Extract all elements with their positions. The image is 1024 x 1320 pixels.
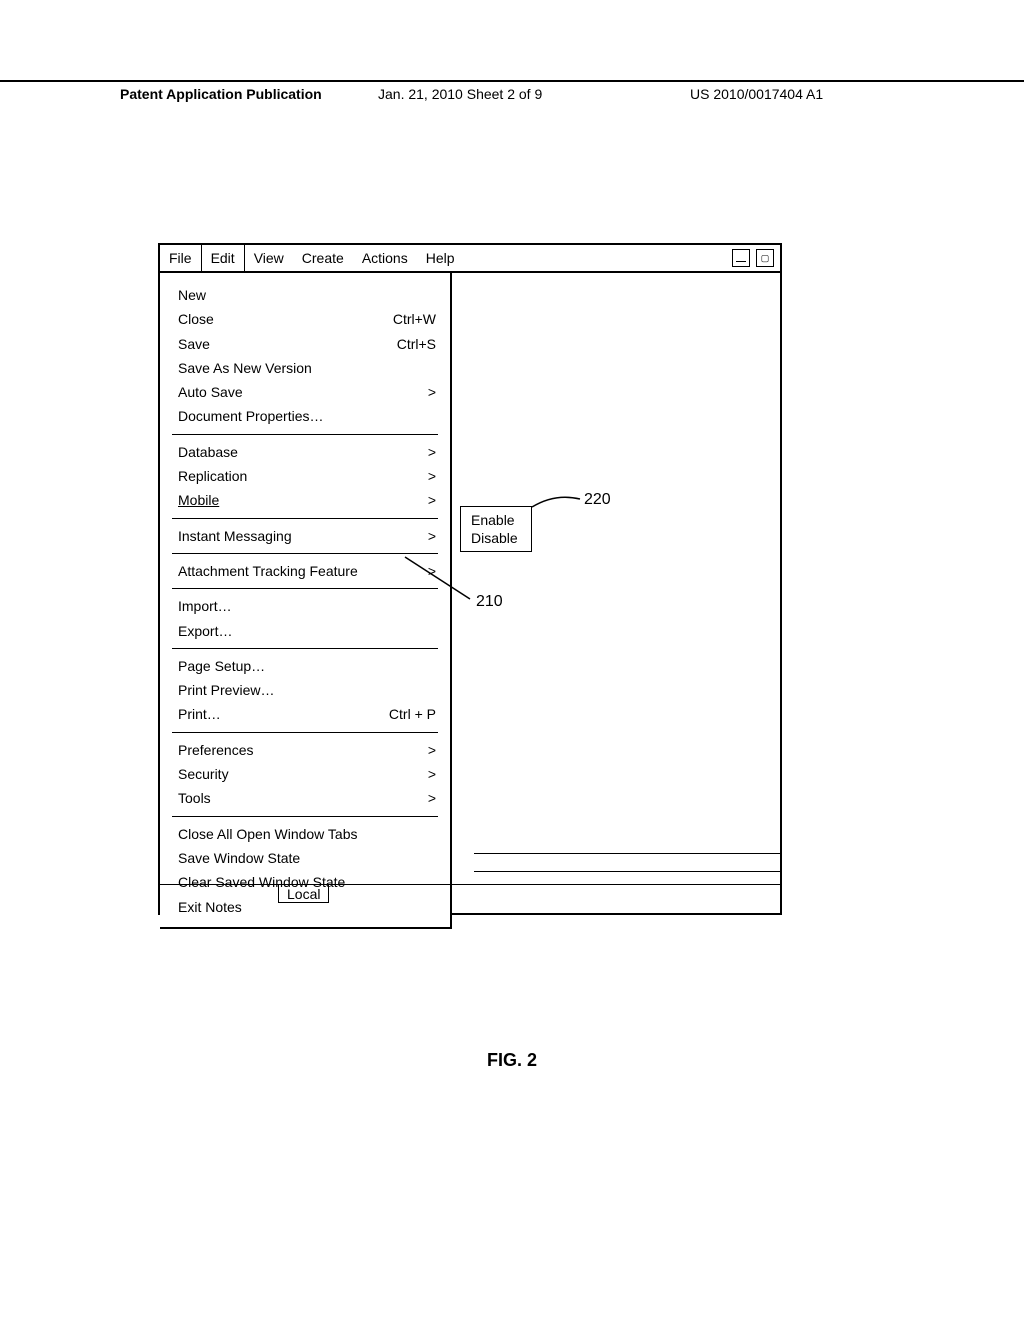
menu-item-instant-messaging[interactable]: Instant Messaging> — [160, 524, 450, 548]
menu-item-save[interactable]: SaveCtrl+S — [160, 332, 450, 356]
callout-220-leader — [530, 485, 590, 515]
minimize-button[interactable] — [732, 249, 750, 267]
menu-item-tools[interactable]: Tools> — [160, 786, 450, 810]
submenu-arrow-icon: > — [428, 490, 436, 510]
submenu-arrow-icon: > — [428, 526, 436, 546]
submenu-arrow-icon: > — [428, 764, 436, 784]
figure-caption: FIG. 2 — [0, 1050, 1024, 1071]
menu-item-preferences[interactable]: Preferences> — [160, 738, 450, 762]
header-pub-number: US 2010/0017404 A1 — [690, 86, 823, 102]
menu-group-6: Page Setup… Print Preview… Print…Ctrl + … — [160, 652, 450, 729]
menu-item-print-preview[interactable]: Print Preview… — [160, 678, 450, 702]
attachment-tracking-submenu: Enable Disable — [460, 506, 532, 552]
menu-separator — [172, 553, 438, 554]
submenu-arrow-icon: > — [428, 382, 436, 402]
submenu-arrow-icon: > — [428, 788, 436, 808]
status-bar-line — [160, 884, 780, 885]
callout-210: 210 — [476, 593, 503, 611]
menu-item-print[interactable]: Print…Ctrl + P — [160, 702, 450, 726]
submenu-arrow-icon: > — [428, 442, 436, 462]
menu-group-2: Database> Replication> Mobile> — [160, 438, 450, 515]
menu-separator — [172, 816, 438, 817]
menu-group-1: New CloseCtrl+W SaveCtrl+S Save As New V… — [160, 281, 450, 431]
menu-item-new[interactable]: New — [160, 283, 450, 307]
menu-group-7: Preferences> Security> Tools> — [160, 736, 450, 813]
menu-separator — [172, 434, 438, 435]
app-window: File Edit View Create Actions Help ▢ New… — [158, 243, 782, 915]
menu-group-3: Instant Messaging> — [160, 522, 450, 550]
submenu-item-enable[interactable]: Enable — [461, 511, 531, 529]
menubar: File Edit View Create Actions Help — [160, 245, 780, 273]
menu-separator — [172, 732, 438, 733]
menu-item-page-setup[interactable]: Page Setup… — [160, 654, 450, 678]
menu-item-security[interactable]: Security> — [160, 762, 450, 786]
menu-item-save-as-new-version[interactable]: Save As New Version — [160, 356, 450, 380]
header-rule — [0, 80, 1024, 82]
menu-item-save-window-state[interactable]: Save Window State — [160, 846, 450, 870]
location-tab-local[interactable]: Local — [278, 885, 329, 903]
menubar-create[interactable]: Create — [293, 245, 353, 271]
menu-item-close-all-tabs[interactable]: Close All Open Window Tabs — [160, 822, 450, 846]
menu-item-close[interactable]: CloseCtrl+W — [160, 307, 450, 331]
menubar-actions[interactable]: Actions — [353, 245, 417, 271]
location-tab-label: Local — [287, 886, 320, 902]
window-control-group: ▢ — [732, 249, 774, 267]
menu-item-document-properties[interactable]: Document Properties… — [160, 404, 450, 428]
menu-item-replication[interactable]: Replication> — [160, 464, 450, 488]
menu-group-8: Close All Open Window Tabs Save Window S… — [160, 820, 450, 921]
maximize-button[interactable]: ▢ — [756, 249, 774, 267]
menu-item-database[interactable]: Database> — [160, 440, 450, 464]
header-publication: Patent Application Publication — [120, 86, 322, 102]
menu-separator — [172, 518, 438, 519]
callout-210-leader — [400, 555, 480, 605]
menu-item-export[interactable]: Export… — [160, 619, 450, 643]
submenu-arrow-icon: > — [428, 466, 436, 486]
menu-separator — [172, 588, 438, 589]
callout-220: 220 — [584, 491, 611, 509]
submenu-arrow-icon: > — [428, 740, 436, 760]
menubar-help[interactable]: Help — [417, 245, 464, 271]
menu-item-mobile[interactable]: Mobile> — [160, 488, 450, 512]
menu-item-auto-save[interactable]: Auto Save> — [160, 380, 450, 404]
menubar-file[interactable]: File — [160, 245, 202, 271]
menubar-view[interactable]: View — [245, 245, 293, 271]
menubar-edit[interactable]: Edit — [202, 245, 245, 271]
submenu-item-disable[interactable]: Disable — [461, 529, 531, 547]
menu-separator — [172, 648, 438, 649]
header-date-sheet: Jan. 21, 2010 Sheet 2 of 9 — [378, 86, 542, 102]
